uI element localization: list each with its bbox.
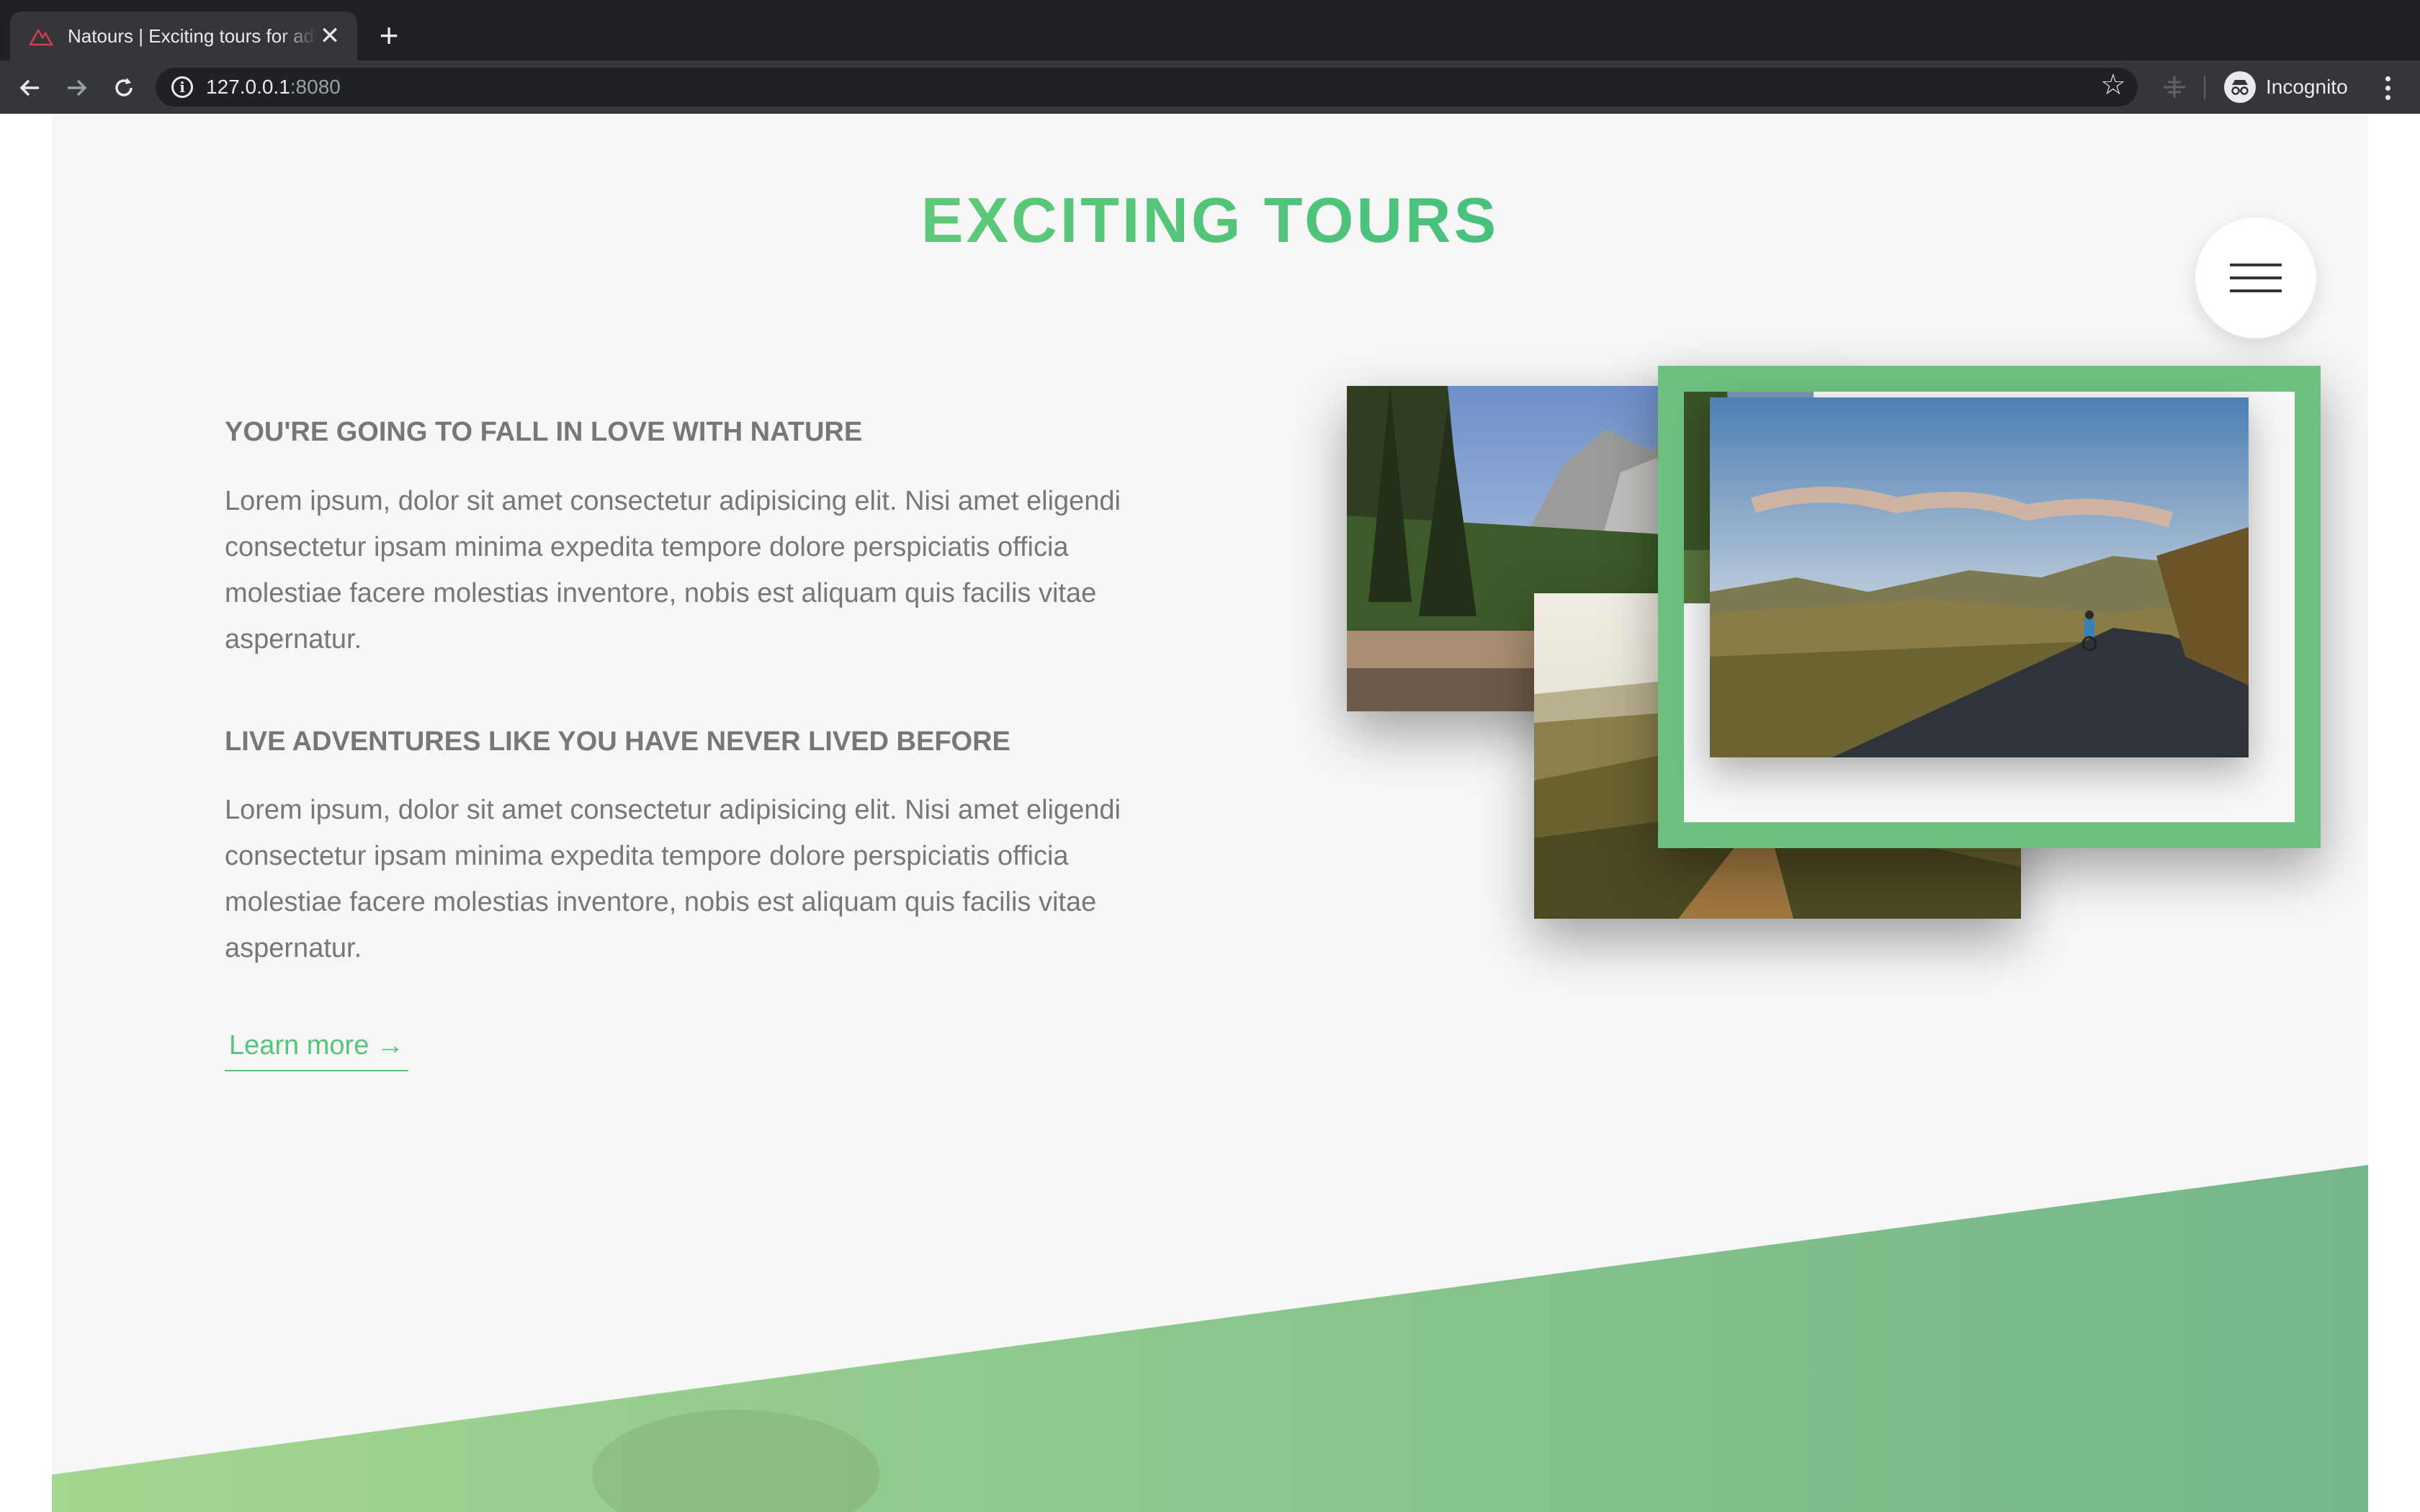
- feature-heading: YOU'RE GOING TO FALL IN LOVE WITH NATURE: [225, 417, 863, 447]
- info-icon[interactable]: i: [171, 76, 193, 98]
- feature-paragraph: Lorem ipsum, dolor sit amet consectetur …: [225, 485, 1121, 654]
- incognito-icon: [2224, 71, 2256, 103]
- feature-heading: LIVE ADVENTURES LIKE YOU HAVE NEVER LIVE…: [225, 726, 1010, 757]
- toolbar-separator: [2204, 76, 2205, 99]
- browser-toolbar: i 127.0.0.1 :8080 ☆ Incognito: [0, 60, 2420, 114]
- extension-icon[interactable]: [2161, 73, 2188, 101]
- forward-arrow-icon[interactable]: [60, 72, 92, 104]
- natours-favicon-icon: [29, 28, 53, 46]
- tab-title: Natours | Exciting tours for adventurous…: [68, 24, 317, 47]
- address-bar[interactable]: i 127.0.0.1 :8080: [156, 68, 2138, 107]
- photo-composition: [1276, 366, 2321, 1050]
- tour-photo-road: [1710, 397, 2249, 757]
- navigation-toggle-button[interactable]: [2195, 217, 2316, 338]
- more-vert-icon[interactable]: [2377, 72, 2398, 104]
- incognito-profile-button[interactable]: Incognito: [2217, 68, 2355, 107]
- browser-tab[interactable]: Natours | Exciting tours for adventurous…: [10, 12, 357, 60]
- features-section-edge: [52, 1165, 2368, 1512]
- tour-photo-road-framed[interactable]: [1658, 366, 2321, 848]
- feature-paragraph: Lorem ipsum, dolor sit amet consectetur …: [225, 795, 1121, 964]
- about-section: EXCITING TOURS YOU'RE GOING TO FALL IN L…: [52, 114, 2368, 1512]
- url-port: :8080: [290, 76, 341, 98]
- incognito-label: Incognito: [2266, 76, 2348, 98]
- new-tab-button[interactable]: +: [373, 19, 405, 52]
- feature-text-column: YOU'RE GOING TO FALL IN LOVE WITH NATURE…: [225, 416, 1132, 1072]
- hamburger-icon: [2230, 264, 2282, 266]
- back-arrow-icon[interactable]: [14, 72, 46, 104]
- section-title: EXCITING TOURS: [52, 185, 2368, 256]
- url-host: 127.0.0.1: [206, 76, 290, 98]
- close-icon[interactable]: ✕: [317, 24, 343, 48]
- reload-icon[interactable]: [108, 72, 140, 104]
- star-icon[interactable]: ☆: [2100, 71, 2126, 99]
- tab-strip: Natours | Exciting tours for adventurous…: [0, 0, 2420, 60]
- learn-more-link[interactable]: Learn more →: [225, 1023, 408, 1072]
